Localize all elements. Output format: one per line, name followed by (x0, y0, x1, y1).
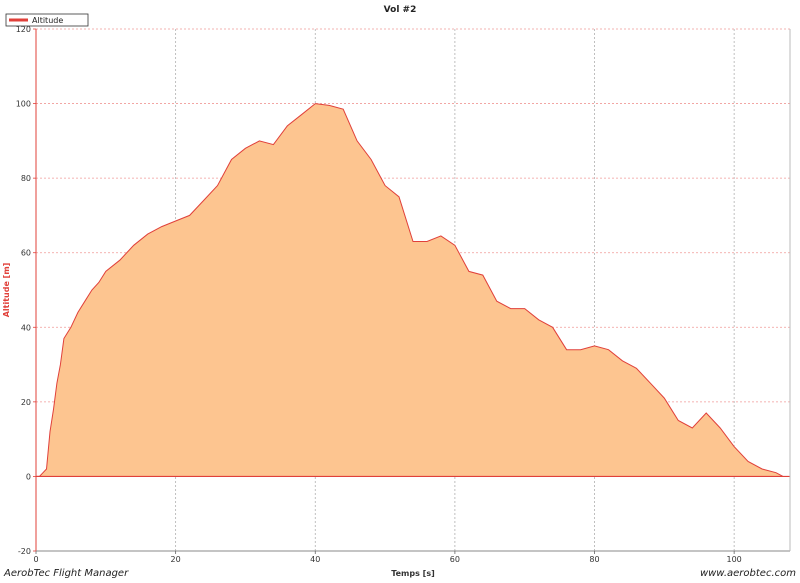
y-tick-label: 0 (26, 472, 31, 481)
x-tick-label: 60 (450, 555, 460, 564)
chart-title: Vol #2 (384, 5, 417, 15)
footer-left: AerobTec Flight Manager (3, 568, 129, 579)
chart-svg: Vol #2 0 20 40 60 80 100-20020406080100120 Te… (0, 0, 800, 579)
x-tick-label: 40 (310, 555, 320, 564)
footer-right: www.aerobtec.com (700, 568, 796, 579)
chart: Vol #2 0 20 40 60 80 100 -20 0 20 40 60 80 100 120 Te… (0, 0, 800, 579)
y-tick-label: 60 (21, 249, 31, 258)
legend: Altitude (5, 13, 89, 27)
x-tick-label: 20 (171, 555, 181, 564)
x-tick-label: 0 (33, 555, 38, 564)
y-tick-label: 20 (21, 398, 31, 407)
x-tick-label: 80 (589, 555, 599, 564)
x-tick-label: 100 (727, 555, 742, 564)
y-tick-label: 80 (21, 174, 31, 183)
y-axis-title: Altitude [m] (2, 263, 11, 318)
y-tick-label: 100 (16, 100, 31, 109)
y-tick-label: -20 (18, 547, 31, 556)
y-tick-label: 40 (21, 323, 31, 332)
legend-label: Altitude (32, 16, 63, 25)
x-axis-title: Temps [s] (391, 569, 435, 578)
